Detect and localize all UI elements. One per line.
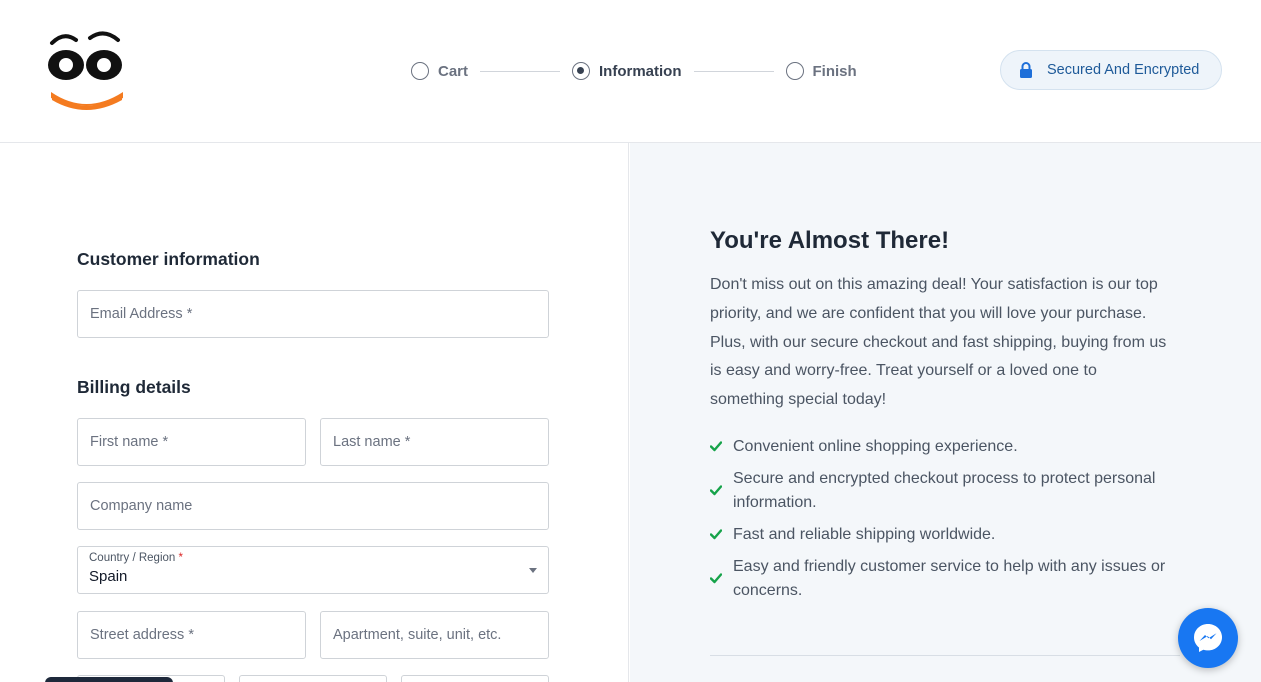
messenger-icon [1194, 624, 1222, 652]
billing-details-title: Billing details [77, 377, 191, 397]
check-icon [710, 573, 722, 584]
step-radio-icon [411, 62, 429, 80]
apartment-placeholder: Apartment, suite, unit, etc. [333, 627, 502, 643]
chevron-down-icon [529, 568, 537, 573]
checkout-steps: Cart Information Finish [411, 60, 857, 82]
country-value: Spain [89, 568, 128, 585]
check-icon [710, 529, 722, 540]
company-name-field[interactable]: Company name [77, 482, 549, 530]
list-item: Convenient online shopping experience. [710, 435, 1185, 459]
sidebar-title: You're Almost There! [710, 227, 950, 254]
info-sidebar: You're Almost There! Don't miss out on t… [630, 143, 1261, 682]
step-connector [693, 70, 774, 72]
country-select[interactable]: Country / Region * Spain [77, 546, 549, 594]
company-placeholder: Company name [90, 498, 193, 514]
apartment-field[interactable]: Apartment, suite, unit, etc. [320, 611, 549, 659]
step-label: Finish [812, 62, 857, 80]
step-finish[interactable]: Finish [785, 62, 857, 80]
step-information[interactable]: Information [572, 62, 682, 80]
email-placeholder: Email Address * [90, 306, 193, 322]
street-placeholder: Street address * [90, 627, 194, 643]
check-icon [710, 441, 722, 452]
country-label: Country / Region * [89, 552, 183, 564]
list-item: Secure and encrypted checkout process to… [710, 467, 1185, 515]
list-item: Fast and reliable shipping worldwide. [710, 523, 1185, 547]
last-name-field[interactable]: Last name * [320, 418, 549, 466]
email-field[interactable]: Email Address * [77, 290, 549, 338]
last-name-placeholder: Last name * [333, 434, 411, 450]
smiley-face-logo[interactable] [46, 28, 126, 110]
state-field[interactable] [239, 675, 387, 682]
benefits-list: Convenient online shopping experience. S… [710, 435, 1185, 611]
checkout-form: Customer information Email Address * Bil… [0, 143, 629, 682]
secure-badge-label: Secured And Encrypted [1047, 62, 1200, 78]
divider [710, 655, 1180, 656]
check-icon [710, 485, 722, 496]
step-connector [480, 70, 561, 72]
header: Cart Information Finish Secured And Encr… [0, 0, 1261, 143]
street-address-field[interactable]: Street address * [77, 611, 306, 659]
floating-tab[interactable] [45, 677, 173, 682]
step-radio-icon [785, 62, 804, 80]
lock-icon [1020, 62, 1032, 78]
first-name-field[interactable]: First name * [77, 418, 306, 466]
secure-badge: Secured And Encrypted [1000, 50, 1222, 90]
postcode-field[interactable] [401, 675, 549, 682]
step-cart[interactable]: Cart [411, 62, 468, 80]
customer-info-title: Customer information [77, 249, 260, 269]
list-item: Easy and friendly customer service to he… [710, 555, 1185, 603]
sidebar-text: Don't miss out on this amazing deal! You… [710, 276, 1167, 409]
step-radio-icon [572, 62, 591, 80]
step-label: Information [599, 62, 682, 80]
step-label: Cart [438, 62, 469, 80]
first-name-placeholder: First name * [90, 434, 169, 450]
messenger-chat-button[interactable] [1178, 608, 1238, 668]
